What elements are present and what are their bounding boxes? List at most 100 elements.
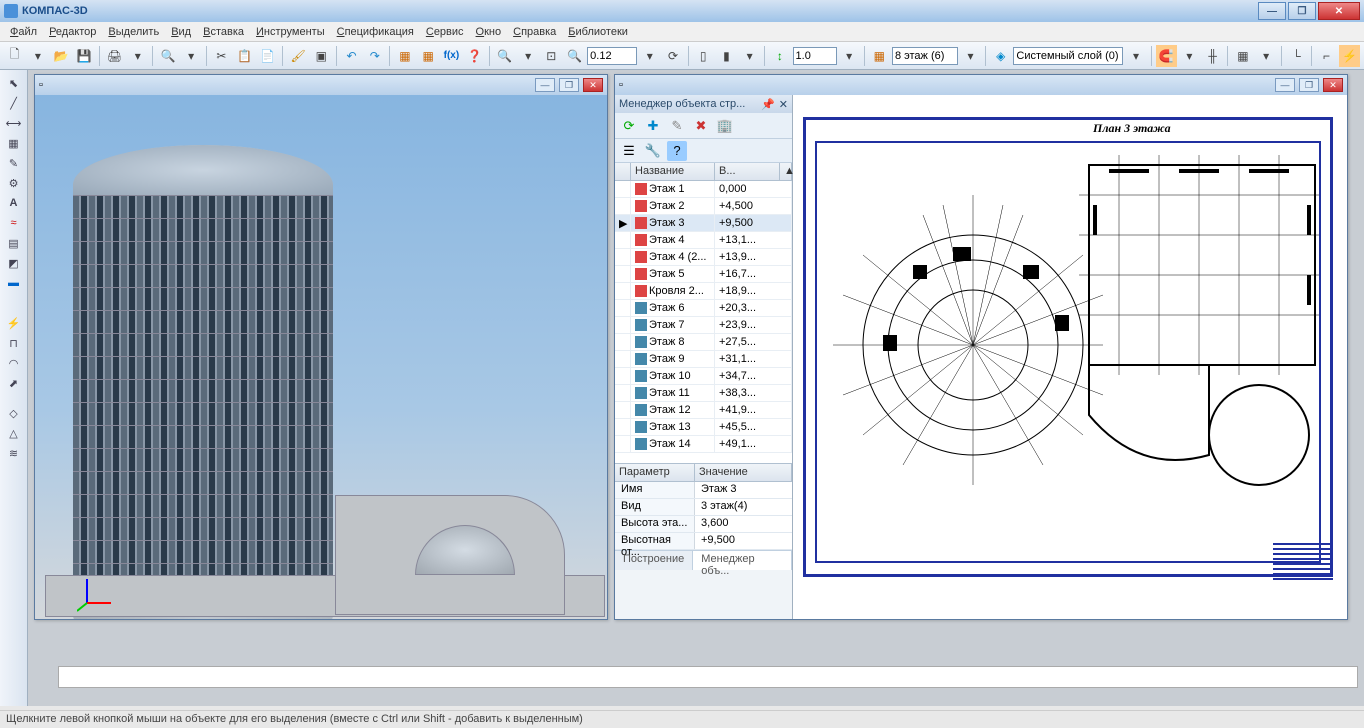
dropdown-icon[interactable]: ▾ — [27, 45, 48, 67]
fill-tool-icon[interactable]: ▬ — [4, 274, 24, 292]
floor-row[interactable]: Этаж 8+27,5... — [615, 334, 792, 351]
floor-row[interactable]: Этаж 10,000 — [615, 181, 792, 198]
redo-button[interactable]: ↷ — [364, 45, 385, 67]
grid-button[interactable]: ▦ — [1232, 45, 1253, 67]
hatch-tool-icon[interactable]: ▦ — [4, 134, 24, 152]
floor-row[interactable]: Этаж 4+13,1... — [615, 232, 792, 249]
menu-Вставка[interactable]: Вставка — [197, 24, 250, 40]
mdi-minimize-button[interactable]: — — [1275, 78, 1295, 92]
menu-Выделить[interactable]: Выделить — [102, 24, 165, 40]
maximize-button[interactable]: ❐ — [1288, 2, 1316, 20]
dropdown-icon[interactable]: ▾ — [1179, 45, 1200, 67]
menu-Библиотеки[interactable]: Библиотеки — [562, 24, 634, 40]
new-button[interactable]: 🗋 — [4, 45, 25, 67]
col-name-header[interactable]: Название — [631, 163, 715, 180]
dim-tool-icon[interactable]: ⟷ — [4, 114, 24, 132]
dropdown-icon[interactable]: ▾ — [181, 45, 202, 67]
help-button[interactable]: ? — [667, 141, 687, 161]
undo-button[interactable]: ↶ — [341, 45, 362, 67]
dropdown-icon[interactable]: ▾ — [960, 45, 981, 67]
param-tool-icon[interactable]: ⚙ — [4, 174, 24, 192]
measure-tool-icon[interactable]: ⚡ — [4, 314, 24, 332]
floor-mgr-button[interactable]: ▦ — [869, 45, 890, 67]
tool1-icon[interactable]: ⊓ — [4, 334, 24, 352]
prop-row[interactable]: Высота эта...3,600 — [615, 516, 792, 533]
menu-Справка[interactable]: Справка — [507, 24, 562, 40]
plan-canvas[interactable]: План 3 этажа — [793, 95, 1347, 619]
floor-row[interactable]: Этаж 13+45,5... — [615, 419, 792, 436]
building-button[interactable]: 🏢 — [715, 116, 735, 136]
zoom-out-button[interactable]: 🔍 — [564, 45, 585, 67]
tab-build[interactable]: Построение — [615, 551, 693, 570]
copy-button[interactable]: 📋 — [234, 45, 255, 67]
tab-manager[interactable]: Менеджер объ... — [693, 551, 792, 570]
panel-close-icon[interactable]: ✕ — [779, 98, 788, 111]
tool3-icon[interactable]: ◇ — [4, 404, 24, 422]
layer-select[interactable] — [1013, 47, 1123, 65]
text-tool-icon[interactable]: A — [4, 194, 24, 212]
floor-row[interactable]: Этаж 11+38,3... — [615, 385, 792, 402]
magnet-button[interactable]: 🧲 — [1156, 45, 1177, 67]
prop-row[interactable]: Высотная от...+9,500 — [615, 533, 792, 550]
zoom-in-button[interactable]: 🔍 — [494, 45, 515, 67]
select-tool-icon[interactable]: ⬉ — [4, 74, 24, 92]
arc-tool-icon[interactable]: ◠ — [4, 354, 24, 372]
mdi-maximize-button[interactable]: ❐ — [1299, 78, 1319, 92]
save-button[interactable]: 💾 — [74, 45, 95, 67]
line-tool-icon[interactable]: ╱ — [4, 94, 24, 112]
param-button[interactable]: ⚡ — [1339, 45, 1360, 67]
floor-row[interactable]: Этаж 7+23,9... — [615, 317, 792, 334]
menu-Редактор[interactable]: Редактор — [43, 24, 102, 40]
floor-row[interactable]: Этаж 5+16,7... — [615, 266, 792, 283]
mdi-close-button[interactable]: ✕ — [583, 78, 603, 92]
pin-icon[interactable]: 📌 — [761, 98, 775, 111]
tool2-icon[interactable]: ⬈ — [4, 374, 24, 392]
print-button[interactable]: 🖨 — [104, 45, 125, 67]
minimize-button[interactable]: — — [1258, 2, 1286, 20]
dropdown-icon[interactable]: ▾ — [517, 45, 538, 67]
edit-tool-icon[interactable]: ✎ — [4, 154, 24, 172]
floor-row[interactable]: Кровля 2...+18,9... — [615, 283, 792, 300]
floor-row[interactable]: Этаж 12+41,9... — [615, 402, 792, 419]
spec-button[interactable]: ▦ — [394, 45, 415, 67]
floor-select[interactable] — [892, 47, 958, 65]
floor-row[interactable]: Этаж 14+49,1... — [615, 436, 792, 453]
preview-button[interactable]: 🔍 — [157, 45, 178, 67]
zoom-fit-button[interactable]: ⊡ — [541, 45, 562, 67]
block-tool-icon[interactable]: ◩ — [4, 254, 24, 272]
zoom-input[interactable] — [587, 47, 637, 65]
floor-row[interactable]: Этаж 2+4,500 — [615, 198, 792, 215]
floor-grid[interactable]: Этаж 10,000Этаж 2+4,500▶Этаж 3+9,500Этаж… — [615, 181, 792, 463]
settings-button[interactable]: 🔧 — [643, 141, 663, 161]
dropdown-icon[interactable]: ▾ — [839, 45, 860, 67]
dropdown-icon[interactable]: ▾ — [639, 45, 660, 67]
cut-button[interactable]: ✂ — [211, 45, 232, 67]
mdi-minimize-button[interactable]: — — [535, 78, 555, 92]
col-val-header[interactable]: В... — [715, 163, 780, 180]
prop-row[interactable]: ИмяЭтаж 3 — [615, 482, 792, 499]
prop-row[interactable]: Вид3 этаж(4) — [615, 499, 792, 516]
properties-button[interactable]: ▣ — [311, 45, 332, 67]
command-input[interactable] — [58, 666, 1358, 688]
menu-Вид[interactable]: Вид — [165, 24, 197, 40]
state-button[interactable]: ↕ — [769, 45, 790, 67]
tool5-icon[interactable]: ≋ — [4, 444, 24, 462]
tool4-icon[interactable]: △ — [4, 424, 24, 442]
list-button[interactable]: ☰ — [619, 141, 639, 161]
menu-Сервис[interactable]: Сервис — [420, 24, 470, 40]
add-button[interactable]: ✚ — [643, 116, 663, 136]
dropdown-icon[interactable]: ▾ — [1125, 45, 1146, 67]
fx-button[interactable]: f(x) — [441, 45, 462, 67]
view3d-canvas[interactable] — [35, 95, 607, 619]
dropdown-icon[interactable]: ▾ — [127, 45, 148, 67]
mdi-maximize-button[interactable]: ❐ — [559, 78, 579, 92]
paste-button[interactable]: 📄 — [257, 45, 278, 67]
layer-mgr-button[interactable]: ◈ — [990, 45, 1011, 67]
mdi-close-button[interactable]: ✕ — [1323, 78, 1343, 92]
snap-button[interactable]: ⌐ — [1316, 45, 1337, 67]
edit-button[interactable]: ✎ — [667, 116, 687, 136]
dropdown-icon[interactable]: ▾ — [1256, 45, 1277, 67]
floor-row[interactable]: Этаж 6+20,3... — [615, 300, 792, 317]
library-button[interactable]: ▦ — [418, 45, 439, 67]
help-button[interactable]: ❓ — [464, 45, 485, 67]
